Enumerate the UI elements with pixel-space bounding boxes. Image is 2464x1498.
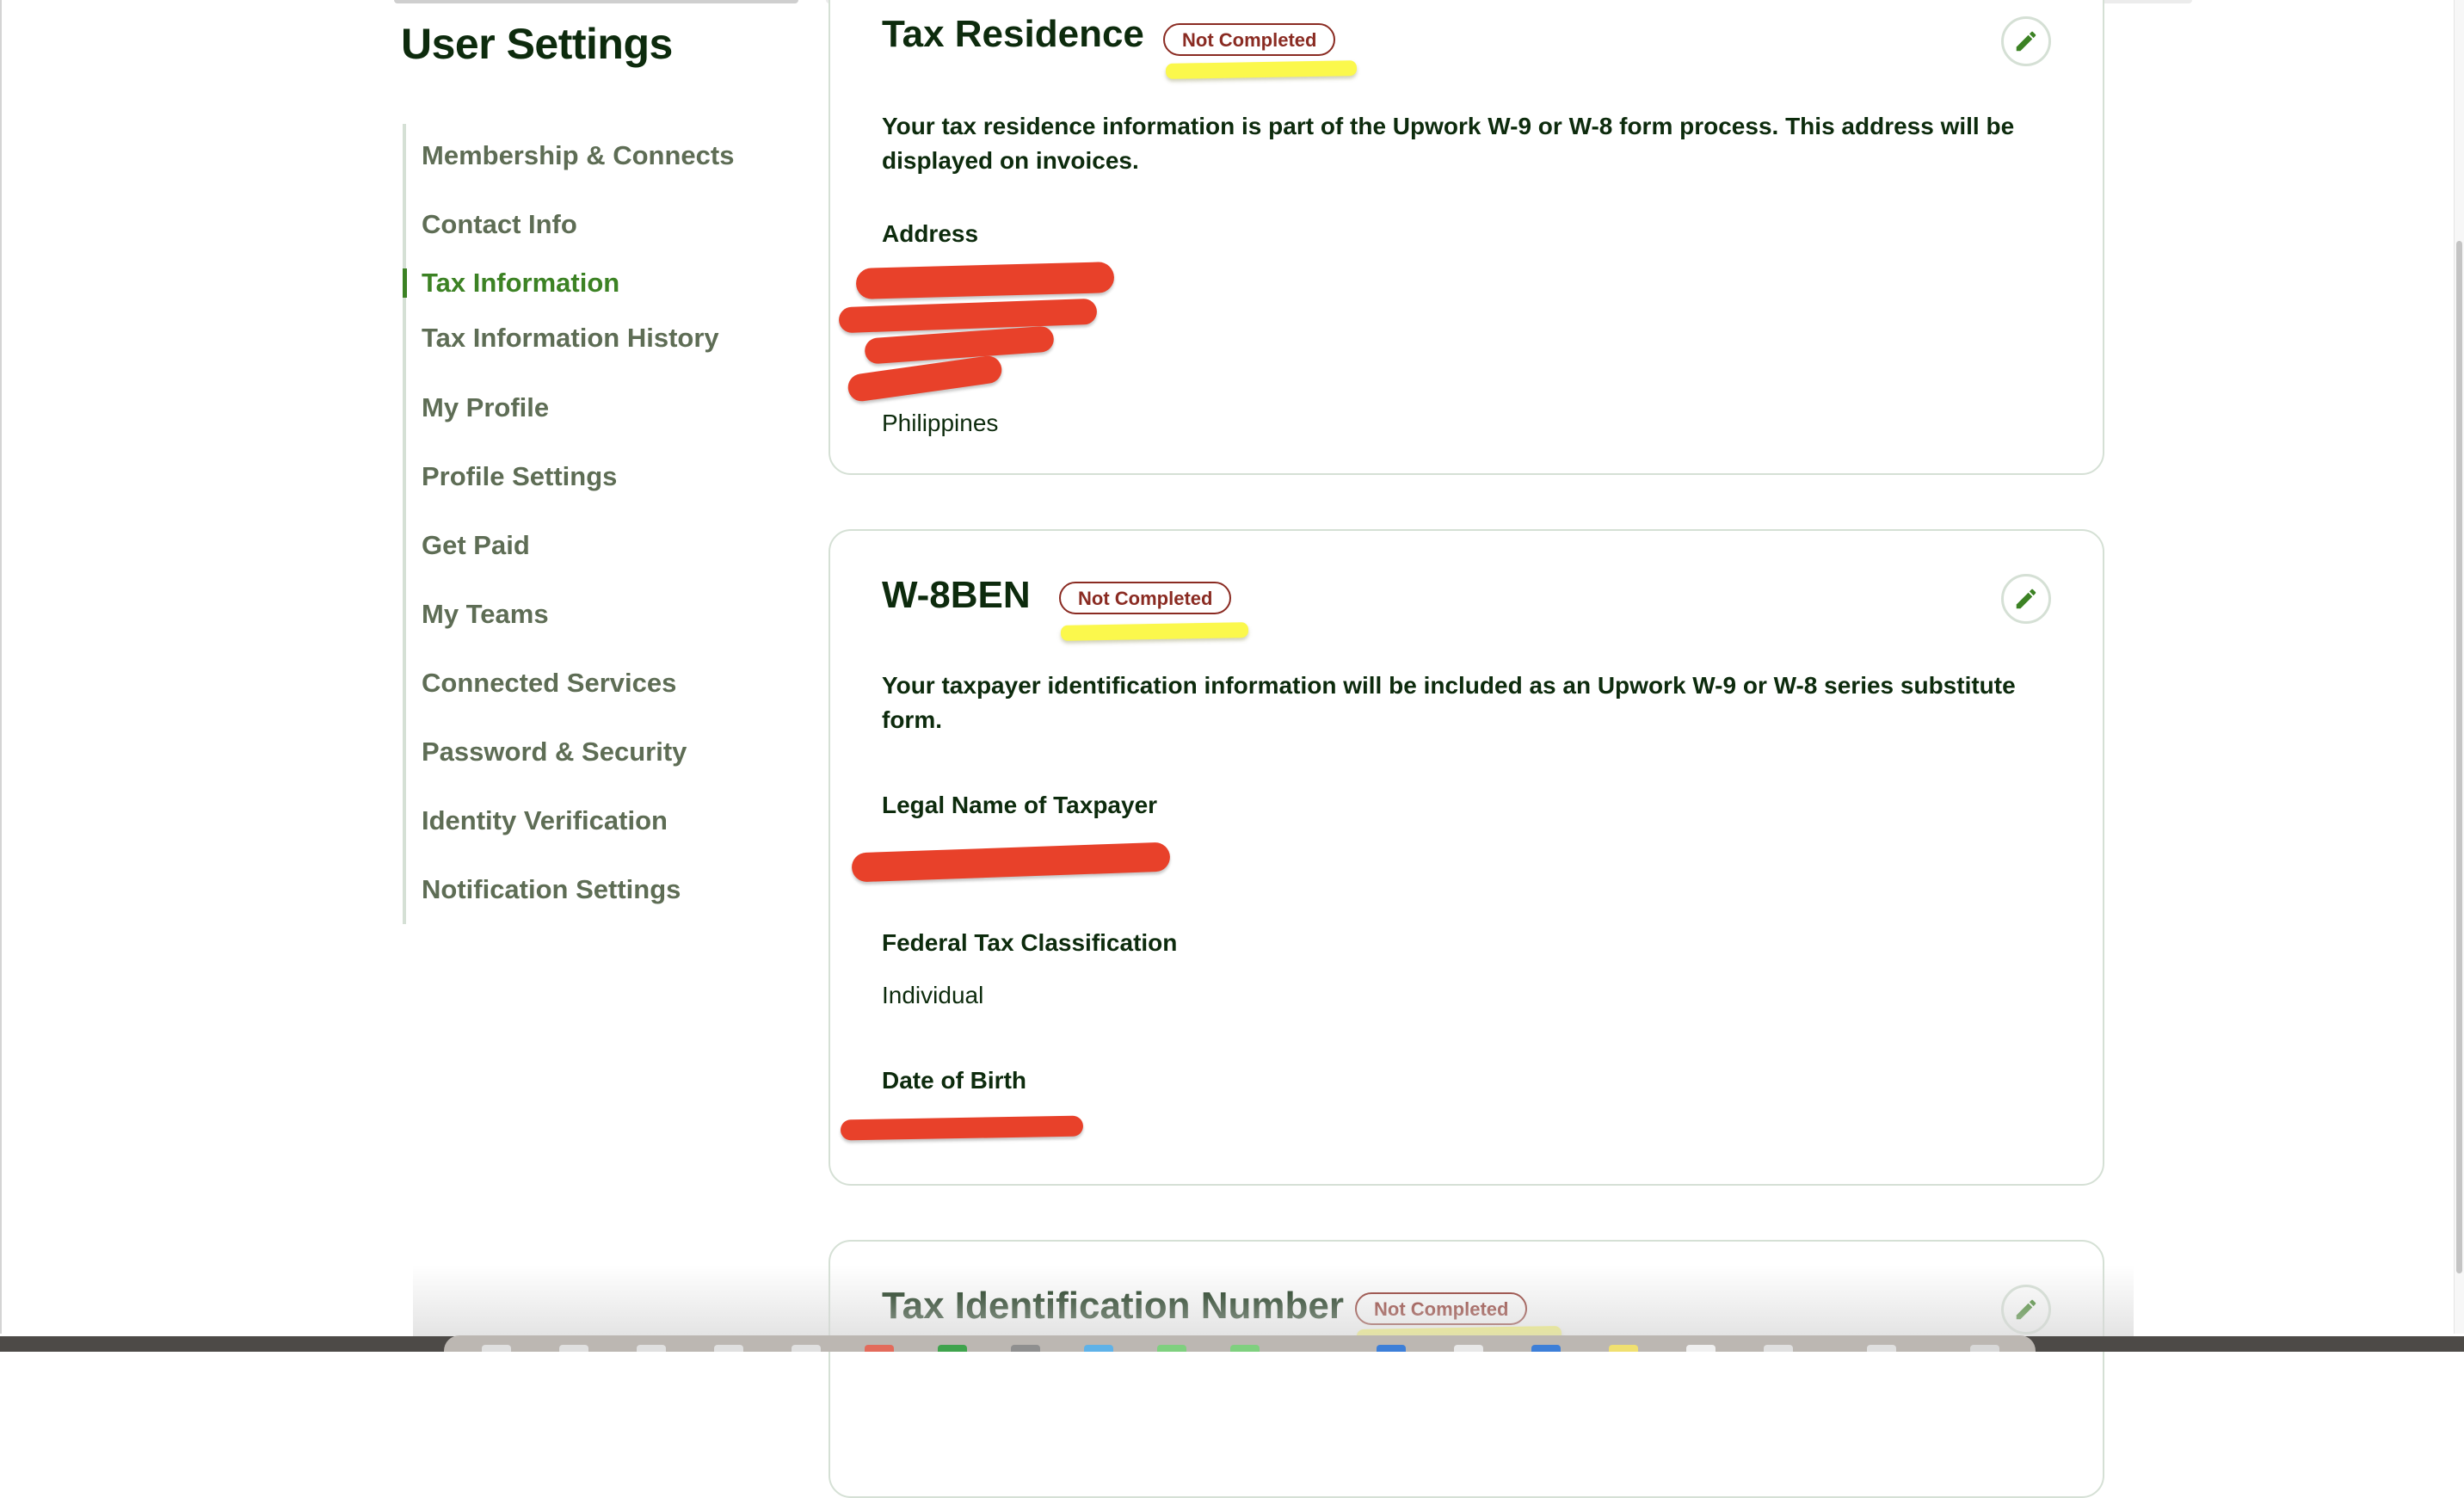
dock-app-icon[interactable]	[1377, 1345, 1406, 1352]
window-edge	[0, 0, 2, 1334]
settings-sidebar: Membership & Connects Contact Info Tax I…	[403, 124, 764, 924]
card-description: Your taxpayer identification information…	[882, 672, 2016, 733]
dock-app-icon[interactable]	[1686, 1345, 1716, 1352]
sidebar-item-tax-information[interactable]: Tax Information	[422, 262, 619, 305]
redaction-mark	[851, 841, 1171, 883]
federal-tax-classification-value: Individual	[882, 982, 984, 1008]
highlighter-annotation	[1060, 622, 1249, 641]
active-indicator	[403, 268, 407, 298]
address-country: Philippines	[882, 410, 999, 436]
tax-residence-card: Tax Residence Not Completed Your tax res…	[829, 0, 2104, 475]
redaction-mark	[838, 298, 1098, 334]
status-badge: Not Completed	[1059, 582, 1232, 614]
card-title: W-8BEN	[882, 574, 1031, 616]
sidebar-item-membership-connects[interactable]: Membership & Connects	[422, 134, 734, 177]
card-title: Tax Identification Number	[882, 1285, 1345, 1327]
dock-app-icon[interactable]	[865, 1345, 894, 1352]
federal-tax-classification-label: Federal Tax Classification	[882, 929, 1178, 956]
sidebar-item-my-teams[interactable]: My Teams	[422, 593, 549, 636]
card-title: Tax Residence	[882, 13, 1144, 55]
edit-button[interactable]	[2001, 1285, 2051, 1335]
dock-app-icon[interactable]	[714, 1345, 743, 1352]
redaction-mark	[840, 1115, 1084, 1141]
dock-app-icon[interactable]	[1531, 1345, 1561, 1352]
dock-app-icon[interactable]	[1011, 1345, 1040, 1352]
dock-app-icon[interactable]	[1609, 1345, 1638, 1352]
dock-app-icon[interactable]	[559, 1345, 588, 1352]
status-badge: Not Completed	[1163, 23, 1336, 56]
sidebar-item-contact-info[interactable]: Contact Info	[422, 203, 577, 246]
sidebar-item-identity-verification[interactable]: Identity Verification	[422, 799, 668, 842]
edit-button[interactable]	[2001, 574, 2051, 624]
dock-app-icon[interactable]	[1867, 1345, 1896, 1352]
w8ben-card: W-8BEN Not Completed Your taxpayer ident…	[829, 529, 2104, 1186]
dock-app-icon[interactable]	[792, 1345, 821, 1352]
dock-app-icon[interactable]	[482, 1345, 511, 1352]
sidebar-item-connected-services[interactable]: Connected Services	[422, 662, 676, 705]
date-of-birth-label: Date of Birth	[882, 1067, 1026, 1094]
dock-app-icon[interactable]	[1454, 1345, 1483, 1352]
card-description: Your tax residence information is part o…	[882, 113, 2015, 174]
sidebar-item-profile-settings[interactable]: Profile Settings	[422, 455, 617, 498]
dock-app-icon[interactable]	[637, 1345, 666, 1352]
dock-trash-icon[interactable]	[1970, 1345, 1999, 1352]
pencil-icon	[2016, 589, 2036, 609]
redaction-mark	[855, 262, 1115, 299]
edit-button[interactable]	[2001, 16, 2051, 66]
tax-identification-number-card: Tax Identification Number Not Completed	[829, 1240, 2104, 1498]
sidebar-item-notification-settings[interactable]: Notification Settings	[422, 868, 681, 911]
dock-app-icon[interactable]	[1764, 1345, 1793, 1352]
dock-app-icon[interactable]	[1084, 1345, 1113, 1352]
dock-app-icon[interactable]	[1230, 1345, 1260, 1352]
status-badge: Not Completed	[1355, 1292, 1528, 1325]
redaction-mark	[864, 325, 1055, 365]
sidebar-item-password-security[interactable]: Password & Security	[422, 731, 687, 774]
pencil-icon	[2016, 31, 2036, 52]
sidebar-item-my-profile[interactable]: My Profile	[422, 386, 549, 429]
address-label: Address	[882, 220, 979, 247]
dock-app-icon[interactable]	[1157, 1345, 1186, 1352]
browser-tab[interactable]	[394, 0, 798, 3]
pencil-icon	[2016, 1299, 2036, 1320]
page-title: User Settings	[401, 20, 673, 68]
dock-app-icon[interactable]	[938, 1345, 967, 1352]
highlighter-annotation	[1165, 60, 1358, 79]
sidebar-item-get-paid[interactable]: Get Paid	[422, 524, 530, 567]
sidebar-rail	[403, 124, 406, 924]
scrollbar-thumb[interactable]	[2456, 241, 2462, 1273]
legal-name-label: Legal Name of Taxpayer	[882, 792, 1158, 818]
sidebar-item-tax-information-history[interactable]: Tax Information History	[422, 317, 719, 360]
